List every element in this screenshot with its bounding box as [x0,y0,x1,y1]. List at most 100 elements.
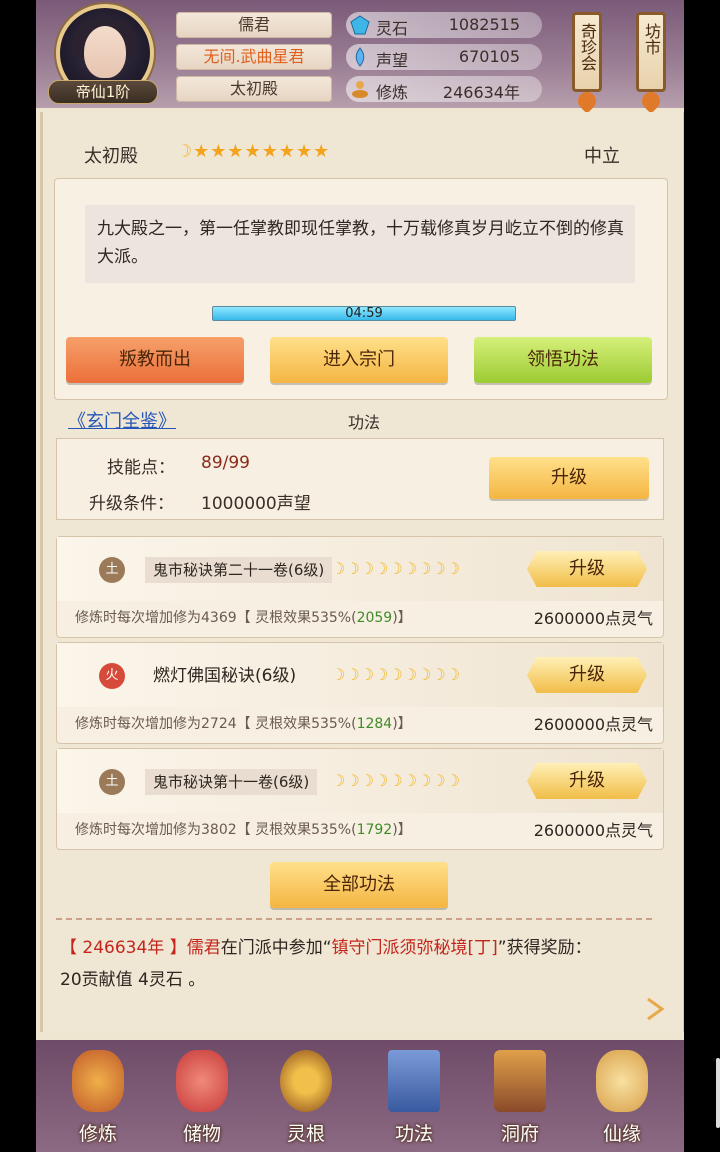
skill-points-value: 89/99 [201,453,250,473]
technique-name: 燃灯佛国秘诀(6级) [153,666,297,686]
effect-bonus: 1792 [356,822,393,838]
nav-label: 仙缘 [602,1123,641,1145]
moon-icon: ☽ [176,141,194,162]
section-label: 功法 [348,413,381,432]
skill-points-box: 技能点： 89/99 升级条件： 1000000声望 升级 [56,438,664,520]
countdown-timer: 04:59 [212,306,516,321]
fire-element-icon: 火 [99,663,125,689]
stat-spirit-stone: 灵石 1082515 [346,12,542,38]
nav-label: 洞府 [500,1123,539,1145]
cultivation-icon [352,81,368,98]
effect-text: 修炼时每次增加修为3802【 灵根效果535%( [75,822,357,838]
moon-rating: ☽☽☽☽☽☽☽☽☽ [331,665,461,684]
effect-text: 修炼时每次增加修为2724【 灵根效果535%( [75,716,357,732]
sect-stance: 中立 [584,146,620,167]
player-name: 儒君 [176,12,332,38]
market-button[interactable]: 坊市 [636,12,666,92]
stat-value: 670105 [458,47,520,66]
player-sect: 太初殿 [176,76,332,102]
effect-text-end: )】 [392,716,412,732]
earth-element-icon: 土 [99,557,125,583]
avatar-face [84,26,126,78]
divider [56,918,656,920]
technique-cost: 2600000点灵气 [533,609,653,628]
rank-badge: 帝仙1阶 [48,80,158,104]
immortal-fate-icon [596,1050,648,1112]
technique-card: 土 鬼市秘诀第二十一卷(6级) ☽☽☽☽☽☽☽☽☽ 升级 修炼时每次增加修为43… [56,536,664,638]
log-text-end: ”获得奖励： [497,938,592,958]
stat-label: 灵石 [376,19,409,38]
nav-label: 灵根 [286,1123,325,1145]
nav-label: 储物 [182,1123,221,1145]
technique-card: 土 鬼市秘诀第十一卷(6级) ☽☽☽☽☽☽☽☽☽ 升级 修炼时每次增加修为380… [56,748,664,850]
technique-upgrade-button[interactable]: 升级 [527,657,647,693]
technique-name: 鬼市秘诀第十一卷(6级) [145,769,318,795]
effect-bonus: 1284 [356,716,393,732]
skill-points-label: 技能点： [107,458,175,478]
treasure-fair-button[interactable]: 奇珍会 [572,12,602,92]
log-year: 【 246634年 】 [60,938,187,958]
tassel-icon [638,88,664,114]
log-event: 镇守门派须弥秘境[丁] [331,938,498,958]
effect-text-end: )】 [392,610,412,626]
treasure-fair-label: 奇珍会 [578,23,597,71]
nav-label: 修炼 [78,1123,117,1145]
technique-cost: 2600000点灵气 [533,715,653,734]
cultivate-icon [72,1050,124,1112]
log-player: 儒君 [186,938,221,958]
spirit-root-icon [280,1050,332,1112]
encyclopedia-link[interactable]: 《玄门全鉴》 [68,407,176,433]
stat-cultivation: 修炼 246634年 [346,76,542,102]
technique-effect: 修炼时每次增加修为3802【 灵根效果535%(1792)】 [75,819,412,839]
expand-arrow-icon[interactable] [640,994,670,1024]
technique-card: 火 燃灯佛国秘诀(6级) ☽☽☽☽☽☽☽☽☽ 升级 修炼时每次增加修为2724【… [56,642,664,744]
upgrade-condition-value: 1000000声望 [201,494,311,514]
nav-storage[interactable]: 储物 [162,1048,242,1148]
technique-cost: 2600000点灵气 [533,821,653,840]
market-label: 坊市 [642,23,661,55]
sect-name: 太初殿 [84,146,138,167]
skill-upgrade-button[interactable]: 升级 [489,457,649,499]
nav-spirit-root[interactable]: 灵根 [266,1048,346,1148]
prestige-icon [355,47,365,67]
upgrade-condition-label: 升级条件： [89,494,174,514]
scrollbar[interactable] [716,1058,720,1128]
game-frame: 帝仙1阶 儒君 无间.武曲星君 太初殿 灵石 1082515 声望 670105… [36,0,684,1152]
sect-description: 九大殿之一，第一任掌教即现任掌教，十万载修真岁月屹立不倒的修真大派。 [97,219,624,267]
nav-immortal-fate[interactable]: 仙缘 [582,1048,662,1148]
moon-rating: ☽☽☽☽☽☽☽☽☽ [331,771,461,790]
effect-text-end: )】 [392,822,412,838]
technique-effect: 修炼时每次增加修为2724【 灵根效果535%(1284)】 [75,713,412,733]
stat-label: 声望 [376,51,409,70]
log-text: 在门派中参加“ [220,938,332,958]
technique-effect: 修炼时每次增加修为4369【 灵根效果535%(2059)】 [75,607,412,627]
nav-techniques[interactable]: 功法 [374,1048,454,1148]
nav-cave[interactable]: 洞府 [480,1048,560,1148]
enter-sect-button[interactable]: 进入宗门 [270,337,448,383]
bottom-nav: 修炼 储物 灵根 功法 洞府 仙缘 [36,1040,684,1152]
description-inner: 九大殿之一，第一任掌教即现任掌教，十万载修真岁月屹立不倒的修真大派。 [85,205,635,283]
spirit-stone-icon [350,15,370,35]
technique-upgrade-button[interactable]: 升级 [527,763,647,799]
earth-element-icon: 土 [99,769,125,795]
log-reward: 20贡献值 4灵石 。 [60,970,206,990]
learn-technique-button[interactable]: 领悟功法 [474,337,652,383]
stat-value: 246634年 [442,83,520,102]
sect-rating: ☽★★★★★★★★ [176,141,330,162]
stat-label: 修炼 [376,83,409,102]
cave-dwelling-icon [494,1050,546,1112]
technique-name: 鬼市秘诀第二十一卷(6级) [145,557,333,583]
stat-prestige: 声望 670105 [346,44,542,70]
nav-label: 功法 [394,1123,433,1145]
nav-cultivate[interactable]: 修炼 [58,1048,138,1148]
player-title: 无间.武曲星君 [176,44,332,70]
technique-upgrade-button[interactable]: 升级 [527,551,647,587]
all-techniques-button[interactable]: 全部功法 [270,862,448,908]
moon-rating: ☽☽☽☽☽☽☽☽☽ [331,559,461,578]
storage-bag-icon [176,1050,228,1112]
star-icons: ★★★★★★★★ [193,141,331,162]
leave-sect-button[interactable]: 叛教而出 [66,337,244,383]
header: 帝仙1阶 儒君 无间.武曲星君 太初殿 灵石 1082515 声望 670105… [36,0,684,114]
event-log: 【 246634年 】儒君在门派中参加“镇守门派须弥秘境[丁]”获得奖励： 20… [60,932,660,996]
scripture-book-icon [388,1050,440,1112]
